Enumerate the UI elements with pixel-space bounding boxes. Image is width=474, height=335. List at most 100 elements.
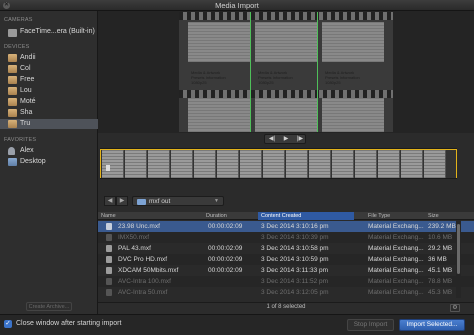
file-name: XDCAM 50Mbits.mxf	[118, 267, 179, 274]
sidebar-item-col[interactable]: Col	[0, 64, 98, 74]
preview-frame	[188, 22, 250, 62]
column-header-name[interactable]: Name	[101, 212, 201, 220]
column-header-content-created[interactable]: Content Created	[258, 212, 354, 220]
file-name: PAL 43.mxf	[118, 245, 151, 252]
sidebar-item-tru[interactable]: Tru	[0, 119, 98, 129]
sidebar-item-label: Tru	[20, 120, 31, 127]
mxf-file-icon	[106, 245, 112, 252]
favorites-heading: FAVORITES	[4, 137, 37, 143]
sidebar-item-label: Lou	[20, 87, 32, 94]
file-type: Material Exchang...	[368, 245, 424, 252]
sidebar: CAMERAS FaceTime...era (Built-in) DEVICE…	[0, 11, 98, 314]
current-folder-name: mxf out	[149, 198, 171, 205]
previous-clip-button[interactable]: ◀|	[265, 135, 279, 143]
file-type: Material Exchang...	[368, 234, 424, 241]
sidebar-item-free[interactable]: Free	[0, 75, 98, 85]
back-button[interactable]: ◀	[104, 196, 116, 206]
gear-icon[interactable]: ⚙	[450, 304, 460, 312]
stop-import-button[interactable]: Stop Import	[347, 319, 394, 331]
preview-frame	[322, 22, 384, 62]
title-bar: ✕ Media Import	[0, 0, 474, 11]
play-button[interactable]: ▶	[279, 135, 293, 143]
import-selected-button[interactable]: Import Selected...	[399, 319, 465, 331]
mxf-file-icon	[106, 267, 112, 274]
table-row[interactable]: DVC Pro HD.mxf 00:00:02:09 3 Dec 2014 3:…	[98, 254, 474, 265]
column-header-duration[interactable]: Duration	[206, 212, 256, 220]
disk-icon	[8, 98, 17, 106]
path-bar: ◀ ▶ mxf out ▼	[98, 194, 474, 210]
file-size: 36 MB	[428, 256, 447, 263]
chevron-down-icon: ▼	[214, 198, 219, 204]
mxf-file-icon	[106, 223, 112, 230]
table-header: Name Duration Content Created File Type …	[98, 212, 474, 220]
disk-icon	[8, 87, 17, 95]
file-size: 78.8 MB	[428, 278, 453, 285]
clip-filmstrip[interactable]	[100, 148, 457, 179]
file-duration: 00:00:02:09	[208, 267, 243, 274]
sidebar-item-mote[interactable]: Moté	[0, 97, 98, 107]
preview-frame	[255, 98, 317, 132]
preview-frame	[322, 98, 384, 132]
column-header-file-type[interactable]: File Type	[368, 212, 423, 220]
preview-frame	[188, 98, 250, 132]
file-table: Name Duration Content Created File Type …	[98, 212, 474, 314]
file-created: 3 Dec 2014 3:10:58 pm	[261, 245, 329, 252]
table-row[interactable]: AVC-Intra 50.mxf 3 Dec 2014 3:12:05 pm M…	[98, 287, 474, 298]
table-status-bar: 1 of 8 selected ⚙	[98, 302, 474, 314]
table-row[interactable]: IMX50.mxf 3 Dec 2014 3:10:39 pm Material…	[98, 232, 474, 243]
sidebar-item-sha[interactable]: Sha	[0, 108, 98, 118]
file-name: DVC Pro HD.mxf	[118, 256, 168, 263]
mxf-file-icon	[106, 278, 112, 285]
sidebar-item-label: Alex	[20, 147, 34, 154]
sidebar-item-desktop[interactable]: Desktop	[0, 157, 98, 167]
file-duration: 00:00:02:09	[208, 256, 243, 263]
disk-icon	[8, 120, 17, 128]
mxf-file-icon	[106, 234, 112, 241]
forward-button[interactable]: ▶	[116, 196, 128, 206]
filmstrip-selection-outline	[100, 149, 457, 178]
sidebar-item-alex[interactable]: Alex	[0, 146, 98, 156]
file-duration: 00:00:02:09	[208, 223, 243, 230]
bottom-bar: ✓ Close window after starting import Sto…	[0, 314, 474, 335]
file-created: 3 Dec 2014 3:10:59 pm	[261, 256, 329, 263]
sidebar-item-label: FaceTime...era (Built-in)	[20, 28, 95, 35]
disk-icon	[8, 76, 17, 84]
close-window-checkbox[interactable]: ✓	[4, 320, 12, 328]
create-archive-button[interactable]: Create Archive...	[26, 302, 72, 311]
frame-divider	[317, 12, 318, 132]
preview-caption: 1080p25	[258, 80, 274, 85]
sidebar-item-andii[interactable]: Andii	[0, 53, 98, 63]
disk-icon	[8, 109, 17, 117]
file-name: AVC-Intra 100.mxf	[118, 278, 171, 285]
filmstrip-playhead[interactable]	[106, 165, 110, 171]
table-row[interactable]: XDCAM 50Mbits.mxf 00:00:02:09 3 Dec 2014…	[98, 265, 474, 276]
file-created: 3 Dec 2014 3:11:33 pm	[261, 267, 329, 274]
folder-popup-menu[interactable]: mxf out ▼	[132, 196, 224, 206]
file-name: 23.98 Unc.mxf	[118, 223, 160, 230]
file-duration: 00:00:02:09	[208, 245, 243, 252]
file-size: 10.6 MB	[428, 234, 453, 241]
table-scrollbar[interactable]	[456, 220, 461, 298]
next-clip-button[interactable]: |▶	[293, 135, 307, 143]
sidebar-item-lou[interactable]: Lou	[0, 86, 98, 96]
file-name: IMX50.mxf	[118, 234, 150, 241]
selection-count: 1 of 8 selected	[266, 304, 306, 310]
file-type: Material Exchang...	[368, 256, 424, 263]
folder-icon	[137, 199, 146, 205]
file-type: Material Exchang...	[368, 223, 424, 230]
camera-icon	[8, 29, 17, 37]
sidebar-item-label: Andii	[20, 54, 36, 61]
file-type: Material Exchang...	[368, 267, 424, 274]
table-row[interactable]: PAL 43.mxf 00:00:02:09 3 Dec 2014 3:10:5…	[98, 243, 474, 254]
column-header-size[interactable]: Size	[428, 212, 458, 220]
scrollbar-knob[interactable]	[457, 224, 460, 274]
table-row[interactable]: AVC-Intra 100.mxf 3 Dec 2014 3:11:52 pm …	[98, 276, 474, 287]
table-row[interactable]: 23.98 Unc.mxf 00:00:02:09 3 Dec 2014 3:1…	[98, 221, 474, 232]
sidebar-item-facetime-camera[interactable]: FaceTime...era (Built-in)	[0, 27, 98, 37]
file-size: 45.3 MB	[428, 289, 453, 296]
window-title: Media Import	[215, 1, 259, 10]
close-window-checkbox-label[interactable]: Close window after starting import	[16, 320, 121, 327]
devices-heading: DEVICES	[4, 44, 30, 50]
preview-caption: 1080p25	[325, 80, 341, 85]
video-preview[interactable]: Media & Artwork Media & Artwork Media & …	[179, 12, 393, 132]
